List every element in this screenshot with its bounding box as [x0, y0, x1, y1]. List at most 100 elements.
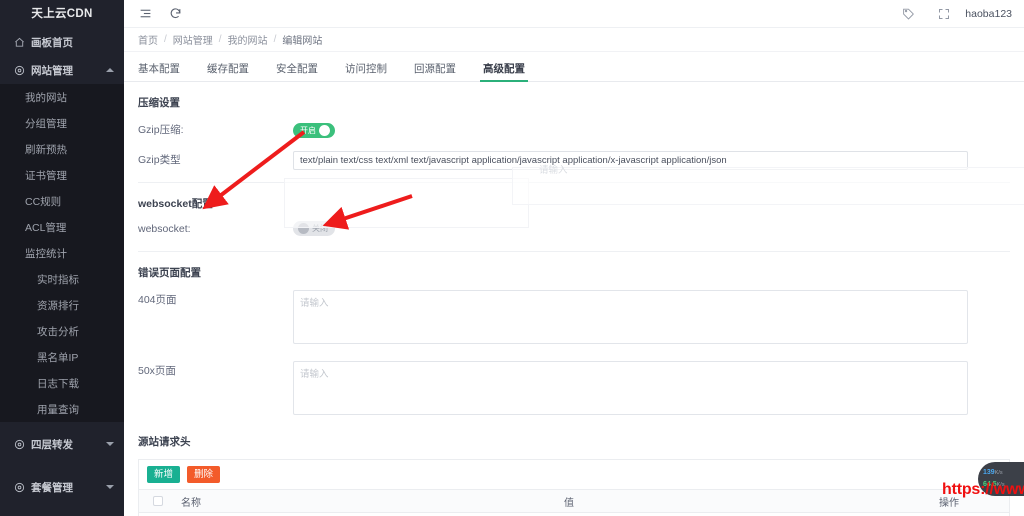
- gzip-toggle-label: 开启: [300, 126, 316, 135]
- websocket-row: websocket: 关闭: [138, 221, 1010, 239]
- gzip-enable-toggle[interactable]: 开启: [293, 123, 335, 138]
- sidebar-subitem-label: 资源排行: [37, 299, 79, 312]
- sidebar-item-label: 套餐管理: [31, 481, 73, 494]
- advanced-config-panel: 压缩设置 Gzip压缩: 开启 Gzip类型 text/plain text/c…: [124, 95, 1024, 516]
- select-all-cell: [139, 496, 177, 507]
- sidebar-item-cc-rules[interactable]: CC规则: [0, 188, 124, 214]
- gear-icon: [13, 438, 25, 450]
- sidebar: 天上云CDN 画板首页 网站管理 我的网站 分组管理 刷新预热 证书管理 CC规…: [0, 0, 124, 516]
- sidebar-subitem-label: ACL管理: [25, 221, 67, 234]
- add-header-button[interactable]: 新增: [147, 466, 181, 484]
- chevron-up-icon: [106, 68, 114, 72]
- tab-security-config[interactable]: 安全配置: [276, 63, 318, 82]
- error-404-field: [293, 290, 968, 349]
- error-404-row: 404页面: [138, 290, 1010, 349]
- gzip-enable-row: Gzip压缩: 开启: [138, 120, 1010, 138]
- gzip-enable-label: Gzip压缩:: [138, 124, 184, 136]
- sidebar-item-my-websites[interactable]: 我的网站: [0, 84, 124, 110]
- gzip-types-row: Gzip类型: [138, 150, 1010, 170]
- home-icon: [13, 36, 25, 48]
- tab-access-control[interactable]: 访问控制: [345, 63, 387, 82]
- sidebar-subitem-label: 攻击分析: [37, 325, 79, 338]
- sidebar-item-group-management[interactable]: 分组管理: [0, 110, 124, 136]
- sidebar-subitem-label: 黑名单IP: [37, 351, 79, 364]
- sidebar-item-certificate-management[interactable]: 证书管理: [0, 162, 124, 188]
- gear-icon: [13, 64, 25, 76]
- config-tabs: 基本配置 缓存配置 安全配置 访问控制 回源配置 高级配置: [124, 52, 1024, 82]
- origin-headers-section-title: 源站请求头: [138, 436, 191, 448]
- websocket-toggle-label: 关闭: [312, 224, 328, 233]
- sidebar-divider: [0, 422, 124, 423]
- breadcrumb-item-home[interactable]: 首页: [138, 32, 158, 47]
- sidebar-subitem-label: 分组管理: [25, 117, 67, 130]
- sidebar-item-acl-management[interactable]: ACL管理: [0, 214, 124, 240]
- user-menu[interactable]: haoba123: [965, 8, 1014, 20]
- origin-headers-table: 新增 删除 名称 值 操作 无数据: [138, 459, 1010, 516]
- sidebar-item-usage-query[interactable]: 用量查询: [0, 396, 124, 422]
- sidebar-subitem-label: 用量查询: [37, 403, 79, 416]
- app-root: 天上云CDN 画板首页 网站管理 我的网站 分组管理 刷新预热 证书管理 CC规…: [0, 0, 1024, 516]
- column-header-operation: 操作: [939, 497, 959, 509]
- sidebar-item-log-download[interactable]: 日志下载: [0, 370, 124, 396]
- table-header-row: 名称 值 操作: [139, 489, 1009, 514]
- sidebar-nav: 画板首页 网站管理 我的网站 分组管理 刷新预热 证书管理 CC规则 ACL管理…: [0, 28, 124, 516]
- websocket-toggle[interactable]: 关闭: [293, 221, 335, 236]
- tab-basic-config[interactable]: 基本配置: [138, 63, 180, 82]
- error-404-label: 404页面: [138, 294, 177, 306]
- error-404-textarea[interactable]: [293, 290, 968, 344]
- breadcrumb-separator: /: [218, 34, 222, 45]
- breadcrumb-item-my-websites[interactable]: 我的网站: [228, 32, 268, 47]
- website-submenu: 我的网站 分组管理 刷新预热 证书管理 CC规则 ACL管理 监控统计 实时指标…: [0, 84, 124, 422]
- section-divider: [138, 182, 1010, 183]
- sidebar-item-blacklist-ip[interactable]: 黑名单IP: [0, 344, 124, 370]
- sidebar-subitem-label: 证书管理: [25, 169, 67, 182]
- gzip-types-field: [293, 150, 968, 170]
- sidebar-item-monitor-statistics[interactable]: 监控统计: [0, 240, 124, 266]
- websocket-label: websocket:: [138, 223, 191, 235]
- fullscreen-icon[interactable]: [933, 3, 955, 25]
- websocket-field: 关闭: [293, 221, 968, 239]
- menu-collapse-icon[interactable]: [134, 3, 156, 25]
- tag-icon[interactable]: [897, 3, 919, 25]
- content-area: 基本配置 缓存配置 安全配置 访问控制 回源配置 高级配置 压缩设置 Gzip压…: [124, 52, 1024, 516]
- toggle-knob: [319, 125, 330, 136]
- select-all-checkbox[interactable]: [153, 496, 163, 507]
- gzip-types-input[interactable]: [293, 151, 968, 170]
- error-50x-field: [293, 361, 968, 420]
- sidebar-subitem-label: 实时指标: [37, 273, 79, 286]
- sidebar-subitem-label: CC规则: [25, 195, 62, 208]
- sidebar-item-package-management[interactable]: 套餐管理: [0, 473, 124, 501]
- sidebar-item-attack-analysis[interactable]: 攻击分析: [0, 318, 124, 344]
- sidebar-item-dashboard[interactable]: 画板首页: [0, 28, 124, 56]
- chevron-down-icon: [106, 485, 114, 489]
- refresh-icon[interactable]: [164, 3, 186, 25]
- sidebar-item-refresh-preheat[interactable]: 刷新预热: [0, 136, 124, 162]
- gzip-enable-field: 开启: [293, 120, 968, 138]
- sidebar-subitem-label: 我的网站: [25, 91, 67, 104]
- gzip-types-label: Gzip类型: [138, 154, 181, 166]
- config-card: 基本配置 缓存配置 安全配置 访问控制 回源配置 高级配置 压缩设置 Gzip压…: [124, 52, 1024, 516]
- sidebar-subitem-label: 监控统计: [25, 247, 67, 260]
- breadcrumb: 首页 / 网站管理 / 我的网站 / 编辑网站: [124, 28, 1024, 52]
- sidebar-item-resource-ranking[interactable]: 资源排行: [0, 292, 124, 318]
- chevron-down-icon: [106, 442, 114, 446]
- topbar: haoba123: [124, 0, 1024, 28]
- delete-header-button[interactable]: 删除: [187, 466, 221, 484]
- tab-origin-config[interactable]: 回源配置: [414, 63, 456, 82]
- error-50x-row: 50x页面: [138, 361, 1010, 420]
- tab-cache-config[interactable]: 缓存配置: [207, 63, 249, 82]
- tab-advanced-config[interactable]: 高级配置: [480, 63, 528, 82]
- sidebar-item-realtime-metrics[interactable]: 实时指标: [0, 266, 124, 292]
- gear-icon: [13, 481, 25, 493]
- toggle-knob: [298, 223, 309, 234]
- error-50x-textarea[interactable]: [293, 361, 968, 415]
- sidebar-subitem-label: 日志下载: [37, 377, 79, 390]
- sidebar-item-label: 网站管理: [31, 64, 73, 77]
- main-area: haoba123 首页 / 网站管理 / 我的网站 / 编辑网站 基本配置 缓存…: [124, 0, 1024, 516]
- breadcrumb-item-website-management[interactable]: 网站管理: [173, 32, 213, 47]
- sidebar-item-label: 画板首页: [31, 36, 73, 49]
- compression-section-title: 压缩设置: [138, 97, 180, 109]
- sidebar-item-website-management[interactable]: 网站管理: [0, 56, 124, 84]
- sidebar-item-layer4-forwarding[interactable]: 四层转发: [0, 430, 124, 458]
- sidebar-item-label: 四层转发: [31, 438, 73, 451]
